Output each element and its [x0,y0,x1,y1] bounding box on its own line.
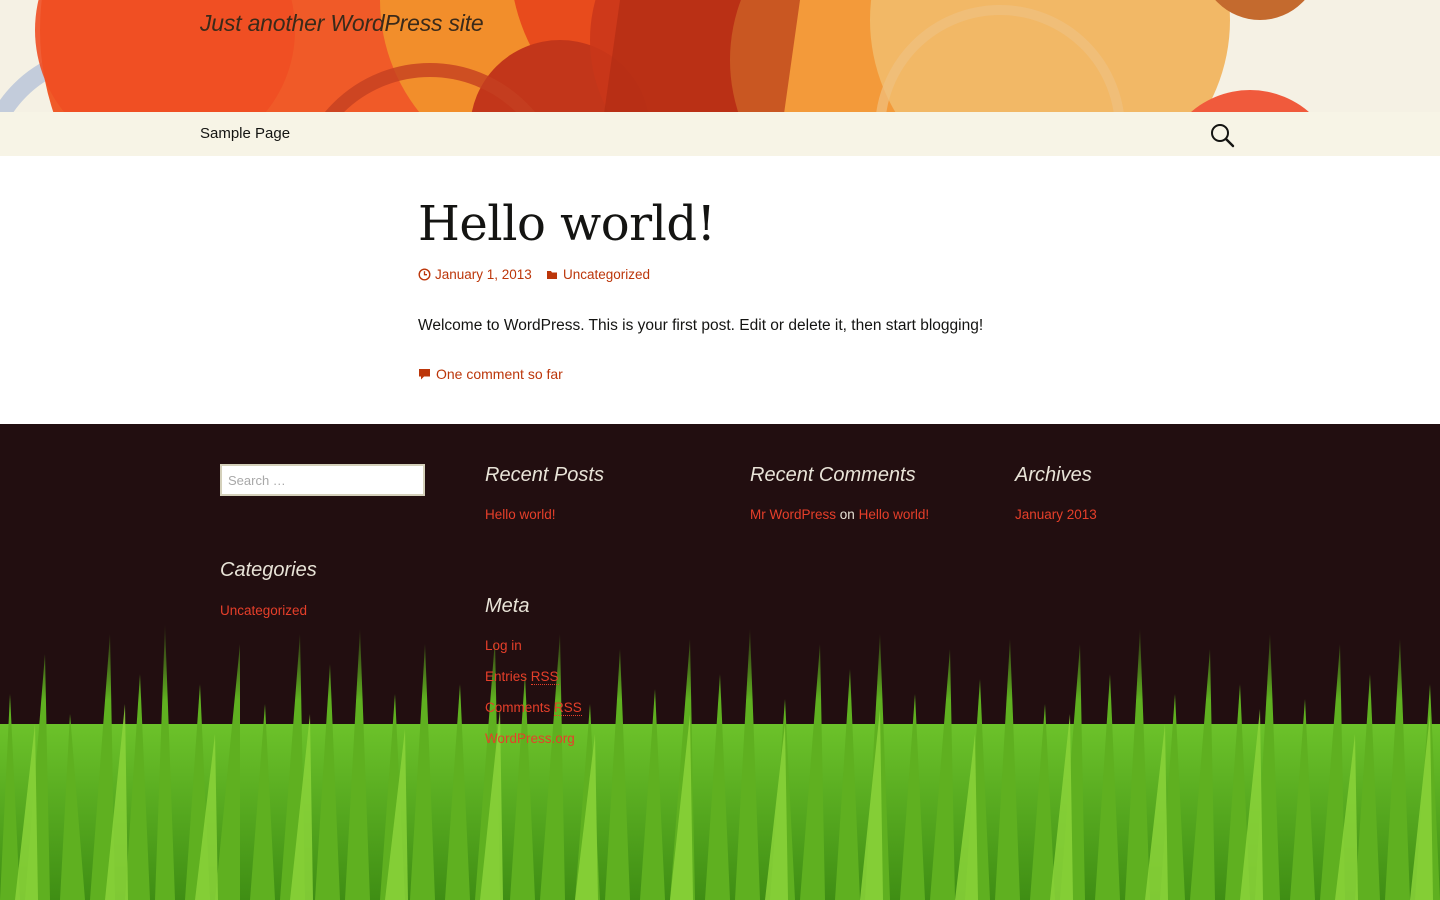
comment-icon [419,368,430,379]
comments-link-text: One comment so far [436,366,563,382]
grass-decoration [0,614,1440,900]
comment-post-link[interactable]: Hello world! [859,507,930,522]
site-footer: Categories Uncategorized Recent Posts He… [0,424,1440,900]
comments-rss-abbr: RSS [554,700,582,716]
clock-icon [418,268,431,281]
archive-link[interactable]: January 2013 [1015,507,1097,522]
post-category: Uncategorized [563,267,651,282]
post-title[interactable]: Hello world! [418,196,716,252]
category-link[interactable]: Uncategorized [220,603,307,618]
post-category-link[interactable]: Uncategorized [546,267,650,282]
meta-comments-rss-link[interactable]: Comments RSS [485,700,582,716]
comment-author-link[interactable]: Mr WordPress [750,507,836,522]
site-tagline: Just another WordPress site [200,10,484,36]
comment-on-text: on [839,507,855,522]
widget-title-recent-posts: Recent Posts [485,464,604,486]
meta-entries-rss-link[interactable]: Entries RSS [485,669,559,685]
entries-rss-label: Entries [485,669,531,684]
widget-title-recent-comments: Recent Comments [750,464,916,486]
footer-search-input[interactable] [222,466,423,494]
post-body: Welcome to WordPress. This is your first… [418,317,984,334]
meta-login-link[interactable]: Log in [485,638,522,653]
post-date-link[interactable]: January 1, 2013 [418,267,532,282]
entries-rss-abbr: RSS [530,669,559,685]
meta-wordpress-org-link[interactable]: WordPress.org [485,731,575,746]
recent-comment-entry: Mr WordPress on Hello world! [750,507,929,522]
site-header: Just another WordPress site [0,0,1440,112]
search-icon[interactable] [1208,121,1236,149]
widget-title-categories: Categories [220,559,317,581]
widget-title-archives: Archives [1015,464,1092,486]
recent-post-link[interactable]: Hello world! [485,507,556,522]
comments-link[interactable]: One comment so far [418,366,563,382]
footer-search-field[interactable] [220,464,425,496]
nav-item-sample-page[interactable]: Sample Page [200,125,290,142]
comments-rss-label: Comments [485,700,555,715]
folder-icon [547,270,557,279]
widget-title-meta: Meta [485,595,530,617]
post-date: January 1, 2013 [435,267,532,282]
